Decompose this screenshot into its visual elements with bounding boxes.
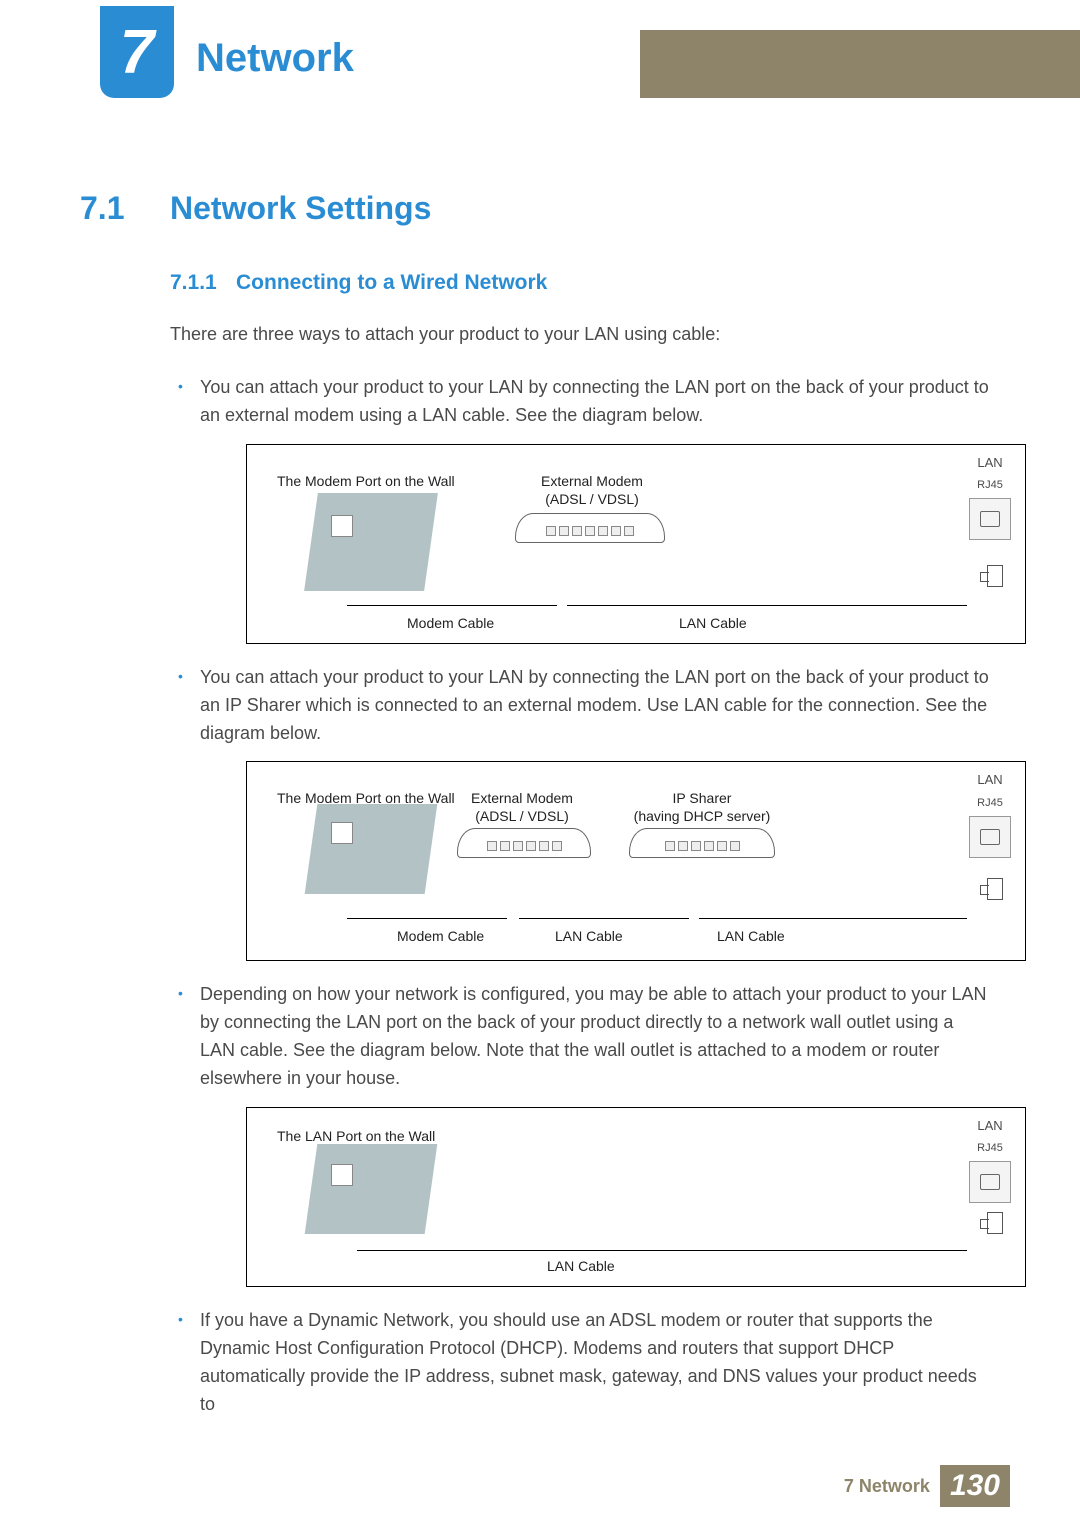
wall-port-icon	[331, 1164, 353, 1186]
list-item-text: If you have a Dynamic Network, you shoul…	[200, 1310, 977, 1414]
label-lan-cable: LAN Cable	[555, 926, 623, 948]
wire	[347, 918, 507, 919]
section-number: 7.1	[80, 190, 170, 227]
subsection-number: 7.1.1	[170, 271, 236, 295]
list-item: Depending on how your network is configu…	[170, 981, 990, 1287]
list-item: You can attach your product to your LAN …	[170, 664, 990, 962]
wall-icon	[305, 804, 438, 894]
section-title: Network Settings	[170, 190, 431, 227]
wire	[357, 1250, 967, 1251]
page-number: 130	[940, 1465, 1010, 1507]
wall-icon	[304, 493, 438, 591]
diagram-modem: The Modem Port on the Wall External Mode…	[246, 444, 1026, 644]
lan-panel: LAN RJ45	[963, 1116, 1017, 1203]
label-adsl: (ADSL / VDSL)	[457, 806, 587, 828]
wire	[699, 918, 967, 919]
label-rj45: RJ45	[963, 1140, 1017, 1157]
plug-icon	[987, 1212, 1003, 1234]
page-footer: 7 Network 130	[844, 1465, 1010, 1507]
label-modem-cable: Modem Cable	[397, 926, 484, 948]
label-rj45: RJ45	[963, 477, 1017, 494]
section-heading: 7.1 Network Settings	[80, 190, 990, 227]
lan-port-icon	[969, 498, 1011, 540]
lan-panel: LAN RJ45	[963, 770, 1017, 857]
label-modem-cable: Modem Cable	[407, 613, 494, 635]
label-adsl: (ADSL / VDSL)	[517, 489, 667, 511]
wall-port-icon	[331, 822, 353, 844]
label-rj45: RJ45	[963, 795, 1017, 812]
lan-port-icon	[969, 816, 1011, 858]
wire	[567, 605, 967, 606]
subsection-title: Connecting to a Wired Network	[236, 271, 547, 295]
list-item: You can attach your product to your LAN …	[170, 374, 990, 644]
intro-text: There are three ways to attach your prod…	[170, 321, 990, 348]
wall-port-icon	[331, 515, 353, 537]
plug-icon	[987, 565, 1003, 587]
sharer-icon	[629, 828, 775, 858]
lan-panel: LAN RJ45	[963, 453, 1017, 540]
wire	[519, 918, 689, 919]
wire	[347, 605, 557, 606]
lan-port-icon	[969, 1161, 1011, 1203]
label-lan: LAN	[963, 770, 1017, 790]
wall-icon	[305, 1144, 438, 1234]
chapter-title: Network	[196, 36, 354, 81]
chapter-number-badge: 7	[100, 6, 174, 98]
label-wall-modem: The Modem Port on the Wall	[277, 471, 455, 493]
label-dhcp: (having DHCP server)	[627, 806, 777, 828]
diagram-ipsharer: The Modem Port on the Wall External Mode…	[246, 761, 1026, 961]
list-item-text: You can attach your product to your LAN …	[200, 377, 989, 425]
modem-icon	[457, 828, 591, 858]
list-item-text: You can attach your product to your LAN …	[200, 667, 989, 743]
subsection-heading: 7.1.1 Connecting to a Wired Network	[170, 271, 990, 295]
footer-chapter-ref: 7 Network	[844, 1476, 930, 1497]
bullet-list: You can attach your product to your LAN …	[170, 374, 990, 1419]
label-lan: LAN	[963, 453, 1017, 473]
plug-icon	[987, 878, 1003, 900]
diagram-wall-direct: The LAN Port on the Wall LAN RJ45 LAN Ca…	[246, 1107, 1026, 1287]
list-item-text: Depending on how your network is configu…	[200, 984, 986, 1088]
modem-icon	[515, 513, 665, 543]
page-content: 7.1 Network Settings 7.1.1 Connecting to…	[80, 190, 990, 1435]
label-lan-cable: LAN Cable	[717, 926, 785, 948]
label-lan: LAN	[963, 1116, 1017, 1136]
list-item: If you have a Dynamic Network, you shoul…	[170, 1307, 990, 1419]
label-lan-cable: LAN Cable	[679, 613, 747, 635]
label-lan-cable: LAN Cable	[547, 1256, 615, 1278]
